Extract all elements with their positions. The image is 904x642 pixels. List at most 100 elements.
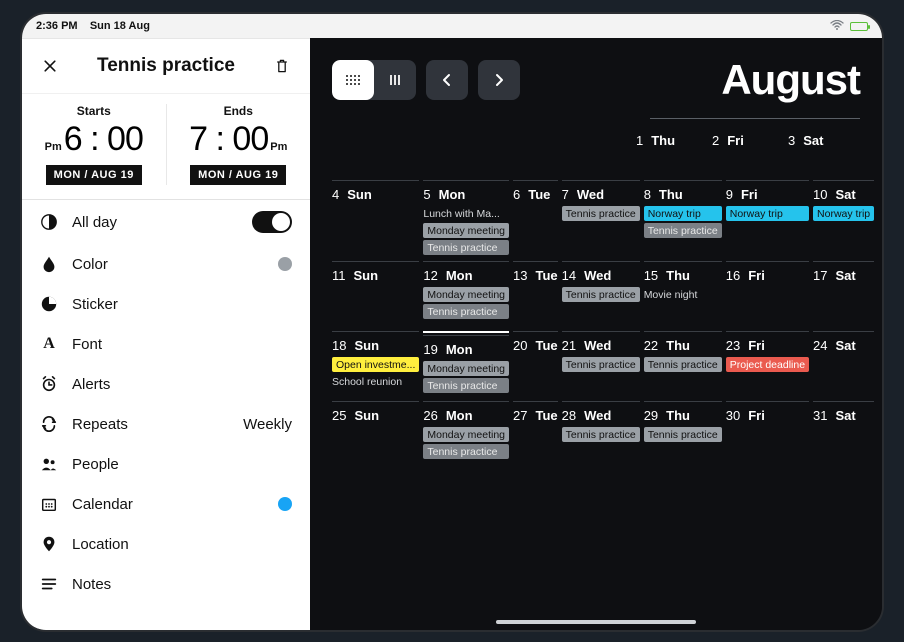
calendar-icon bbox=[40, 495, 58, 513]
event-title[interactable]: Tennis practice bbox=[97, 55, 235, 77]
day-cell[interactable]: 18SunOpen investme...School reunion bbox=[332, 327, 419, 397]
option-font[interactable]: A Font bbox=[22, 324, 310, 364]
option-alerts[interactable]: Alerts bbox=[22, 364, 310, 404]
event-chip[interactable]: Tennis practice bbox=[423, 240, 509, 255]
event-chip[interactable]: Tennis practice bbox=[562, 357, 640, 372]
event-chip[interactable]: Monday meeting bbox=[423, 287, 509, 302]
pin-icon bbox=[40, 535, 58, 553]
ends-label: Ends bbox=[224, 104, 253, 118]
day-cell[interactable]: 23FriProject deadline bbox=[726, 327, 809, 397]
home-indicator[interactable] bbox=[496, 620, 696, 624]
first-week-row: ....1Thu2Fri3Sat bbox=[332, 125, 860, 152]
day-cell[interactable]: 28WedTennis practice bbox=[562, 397, 640, 467]
day-cell[interactable]: 24Sat bbox=[813, 327, 874, 397]
option-notes[interactable]: Notes bbox=[22, 564, 310, 604]
event-chip[interactable]: Tennis practice bbox=[562, 287, 640, 302]
month-title: August bbox=[721, 56, 860, 104]
calendar-grid: 4Sun5MonLunch with Ma...Monday meetingTe… bbox=[332, 176, 860, 467]
calendar-panel: August ....1Thu2Fri3Sat 4Sun5MonLunch wi… bbox=[310, 38, 882, 630]
option-repeats[interactable]: Repeats Weekly bbox=[22, 404, 310, 444]
day-cell[interactable]: 29ThuTennis practice bbox=[644, 397, 722, 467]
font-icon: A bbox=[40, 335, 58, 353]
event-chip[interactable]: School reunion bbox=[332, 374, 419, 389]
day-cell[interactable]: 21WedTennis practice bbox=[562, 327, 640, 397]
event-chip[interactable]: Monday meeting bbox=[423, 361, 509, 376]
repeats-value: Weekly bbox=[243, 416, 292, 433]
event-chip[interactable]: Tennis practice bbox=[644, 357, 722, 372]
option-allday[interactable]: All day bbox=[22, 200, 310, 244]
people-icon bbox=[40, 455, 58, 473]
allday-icon bbox=[40, 213, 58, 231]
color-swatch[interactable] bbox=[278, 257, 292, 271]
event-chip[interactable]: Norway trip bbox=[813, 206, 874, 221]
day-cell[interactable]: 20Tue bbox=[513, 327, 558, 397]
divider bbox=[650, 118, 860, 119]
time-range: Starts Pm 6 : 00 MON / AUG 19 Ends 7 : 0… bbox=[22, 94, 310, 199]
delete-button[interactable] bbox=[272, 56, 292, 76]
view-mode-month[interactable] bbox=[332, 60, 374, 100]
event-chip[interactable]: Project deadline bbox=[726, 357, 809, 372]
event-chip[interactable]: Movie night bbox=[644, 287, 722, 302]
event-chip[interactable]: Tennis practice bbox=[423, 304, 509, 319]
day-cell[interactable]: 14WedTennis practice bbox=[562, 257, 640, 327]
event-chip[interactable]: Lunch with Ma... bbox=[423, 206, 509, 221]
day-cell[interactable]: 25Sun bbox=[332, 397, 419, 467]
day-cell[interactable]: 22ThuTennis practice bbox=[644, 327, 722, 397]
day-cell[interactable]: 26MonMonday meetingTennis practice bbox=[423, 397, 509, 467]
event-chip[interactable]: Tennis practice bbox=[423, 444, 509, 459]
event-chip[interactable]: Tennis practice bbox=[562, 427, 640, 442]
event-chip[interactable]: Tennis practice bbox=[423, 378, 509, 393]
day-cell[interactable]: 2Fri bbox=[712, 125, 784, 152]
option-color[interactable]: Color bbox=[22, 244, 310, 284]
day-cell[interactable]: 6Tue bbox=[513, 176, 558, 257]
day-cell[interactable]: 15ThuMovie night bbox=[644, 257, 722, 327]
day-cell[interactable]: 9FriNorway trip bbox=[726, 176, 809, 257]
option-people[interactable]: People bbox=[22, 444, 310, 484]
event-chip[interactable]: Monday meeting bbox=[423, 223, 509, 238]
calendar-swatch[interactable] bbox=[278, 497, 292, 511]
option-location[interactable]: Location bbox=[22, 524, 310, 564]
day-cell[interactable]: 7WedTennis practice bbox=[562, 176, 640, 257]
sticker-icon bbox=[40, 295, 58, 313]
start-time-picker[interactable]: Starts Pm 6 : 00 MON / AUG 19 bbox=[22, 104, 167, 185]
status-bar: 2:36 PM Sun 18 Aug bbox=[22, 14, 882, 38]
option-calendar[interactable]: Calendar bbox=[22, 484, 310, 524]
day-cell[interactable]: 4Sun bbox=[332, 176, 419, 257]
day-cell[interactable]: 30Fri bbox=[726, 397, 809, 467]
day-cell[interactable]: 10SatNorway trip bbox=[813, 176, 874, 257]
status-time: 2:36 PM bbox=[36, 20, 78, 32]
start-date[interactable]: MON / AUG 19 bbox=[46, 165, 142, 185]
droplet-icon bbox=[40, 255, 58, 273]
event-chip[interactable]: Monday meeting bbox=[423, 427, 509, 442]
end-date[interactable]: MON / AUG 19 bbox=[190, 165, 286, 185]
close-button[interactable] bbox=[40, 56, 60, 76]
event-chip[interactable]: Tennis practice bbox=[644, 427, 722, 442]
prev-month-button[interactable] bbox=[426, 60, 468, 100]
alarm-icon bbox=[40, 375, 58, 393]
event-chip[interactable]: Tennis practice bbox=[644, 223, 722, 238]
day-cell[interactable]: 13Tue bbox=[513, 257, 558, 327]
day-cell[interactable]: 17Sat bbox=[813, 257, 874, 327]
repeat-icon bbox=[40, 415, 58, 433]
event-chip[interactable]: Open investme... bbox=[332, 357, 419, 372]
view-mode-list[interactable] bbox=[374, 60, 416, 100]
day-cell[interactable]: 3Sat bbox=[788, 125, 860, 152]
allday-toggle[interactable] bbox=[252, 211, 292, 233]
day-cell[interactable]: 16Fri bbox=[726, 257, 809, 327]
day-cell[interactable]: 5MonLunch with Ma...Monday meetingTennis… bbox=[423, 176, 509, 257]
day-cell[interactable]: 19MonMonday meetingTennis practice bbox=[423, 327, 509, 397]
end-time-picker[interactable]: Ends 7 : 00 Pm MON / AUG 19 bbox=[167, 104, 311, 185]
starts-label: Starts bbox=[77, 104, 111, 118]
option-sticker[interactable]: Sticker bbox=[22, 284, 310, 324]
event-chip[interactable]: Norway trip bbox=[726, 206, 809, 221]
event-chip[interactable]: Norway trip bbox=[644, 206, 722, 221]
day-cell[interactable]: 11Sun bbox=[332, 257, 419, 327]
day-cell[interactable]: 8ThuNorway tripTennis practice bbox=[644, 176, 722, 257]
status-date: Sun 18 Aug bbox=[90, 20, 150, 32]
event-chip[interactable]: Tennis practice bbox=[562, 206, 640, 221]
day-cell[interactable]: 12MonMonday meetingTennis practice bbox=[423, 257, 509, 327]
day-cell[interactable]: 31Sat bbox=[813, 397, 874, 467]
day-cell[interactable]: 1Thu bbox=[636, 125, 708, 152]
next-month-button[interactable] bbox=[478, 60, 520, 100]
day-cell[interactable]: 27Tue bbox=[513, 397, 558, 467]
